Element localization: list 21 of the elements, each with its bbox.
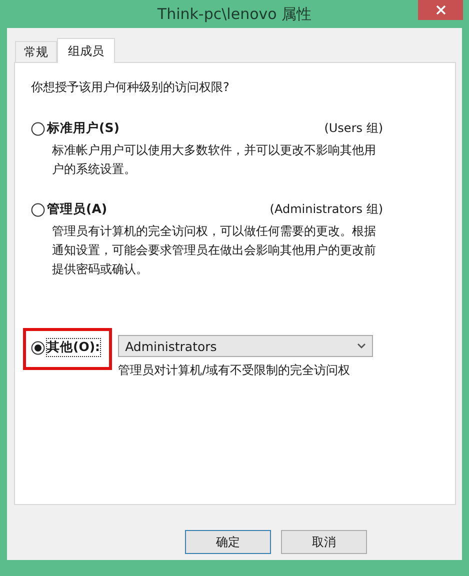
tab[interactable]: 常规: [15, 41, 57, 62]
group-label: (Users 组): [324, 120, 383, 137]
close-button[interactable]: [418, 0, 463, 20]
radio-button[interactable]: [31, 202, 45, 216]
window-title: Think-pc\lenovo 属性: [157, 4, 312, 24]
question-text: 你想授予该用户何种级别的访问权限?: [31, 79, 230, 96]
group-dropdown[interactable]: Administrators: [118, 335, 374, 357]
chevron-down-icon: [357, 343, 366, 349]
close-icon: [436, 5, 446, 15]
dialog-button[interactable]: 确定: [185, 530, 271, 554]
radio-button[interactable]: [31, 341, 45, 355]
option-label[interactable]: 管理员(A): [47, 201, 108, 218]
group-label: (Administrators 组): [270, 201, 383, 218]
option-description: 管理员对计算机/域有不受限制的完全访问权: [118, 362, 352, 379]
option-description: 管理员有计算机的完全访问权，可以做任何需要的更改。根据通知设置，可能会要求管理员在做出会影响其他用户的更改前提供密码或确认。: [52, 223, 377, 278]
dialog-button[interactable]: 取消: [281, 530, 367, 554]
tab[interactable]: 组成员: [57, 38, 115, 63]
radio-button[interactable]: [31, 122, 45, 136]
option-description: 标准帐户用户可以使用大多数软件，并可以更改不影响其他用户的系统设置。: [52, 142, 377, 178]
option-label[interactable]: 标准用户(S): [47, 120, 120, 137]
option-label[interactable]: 其他(O):: [47, 339, 100, 356]
